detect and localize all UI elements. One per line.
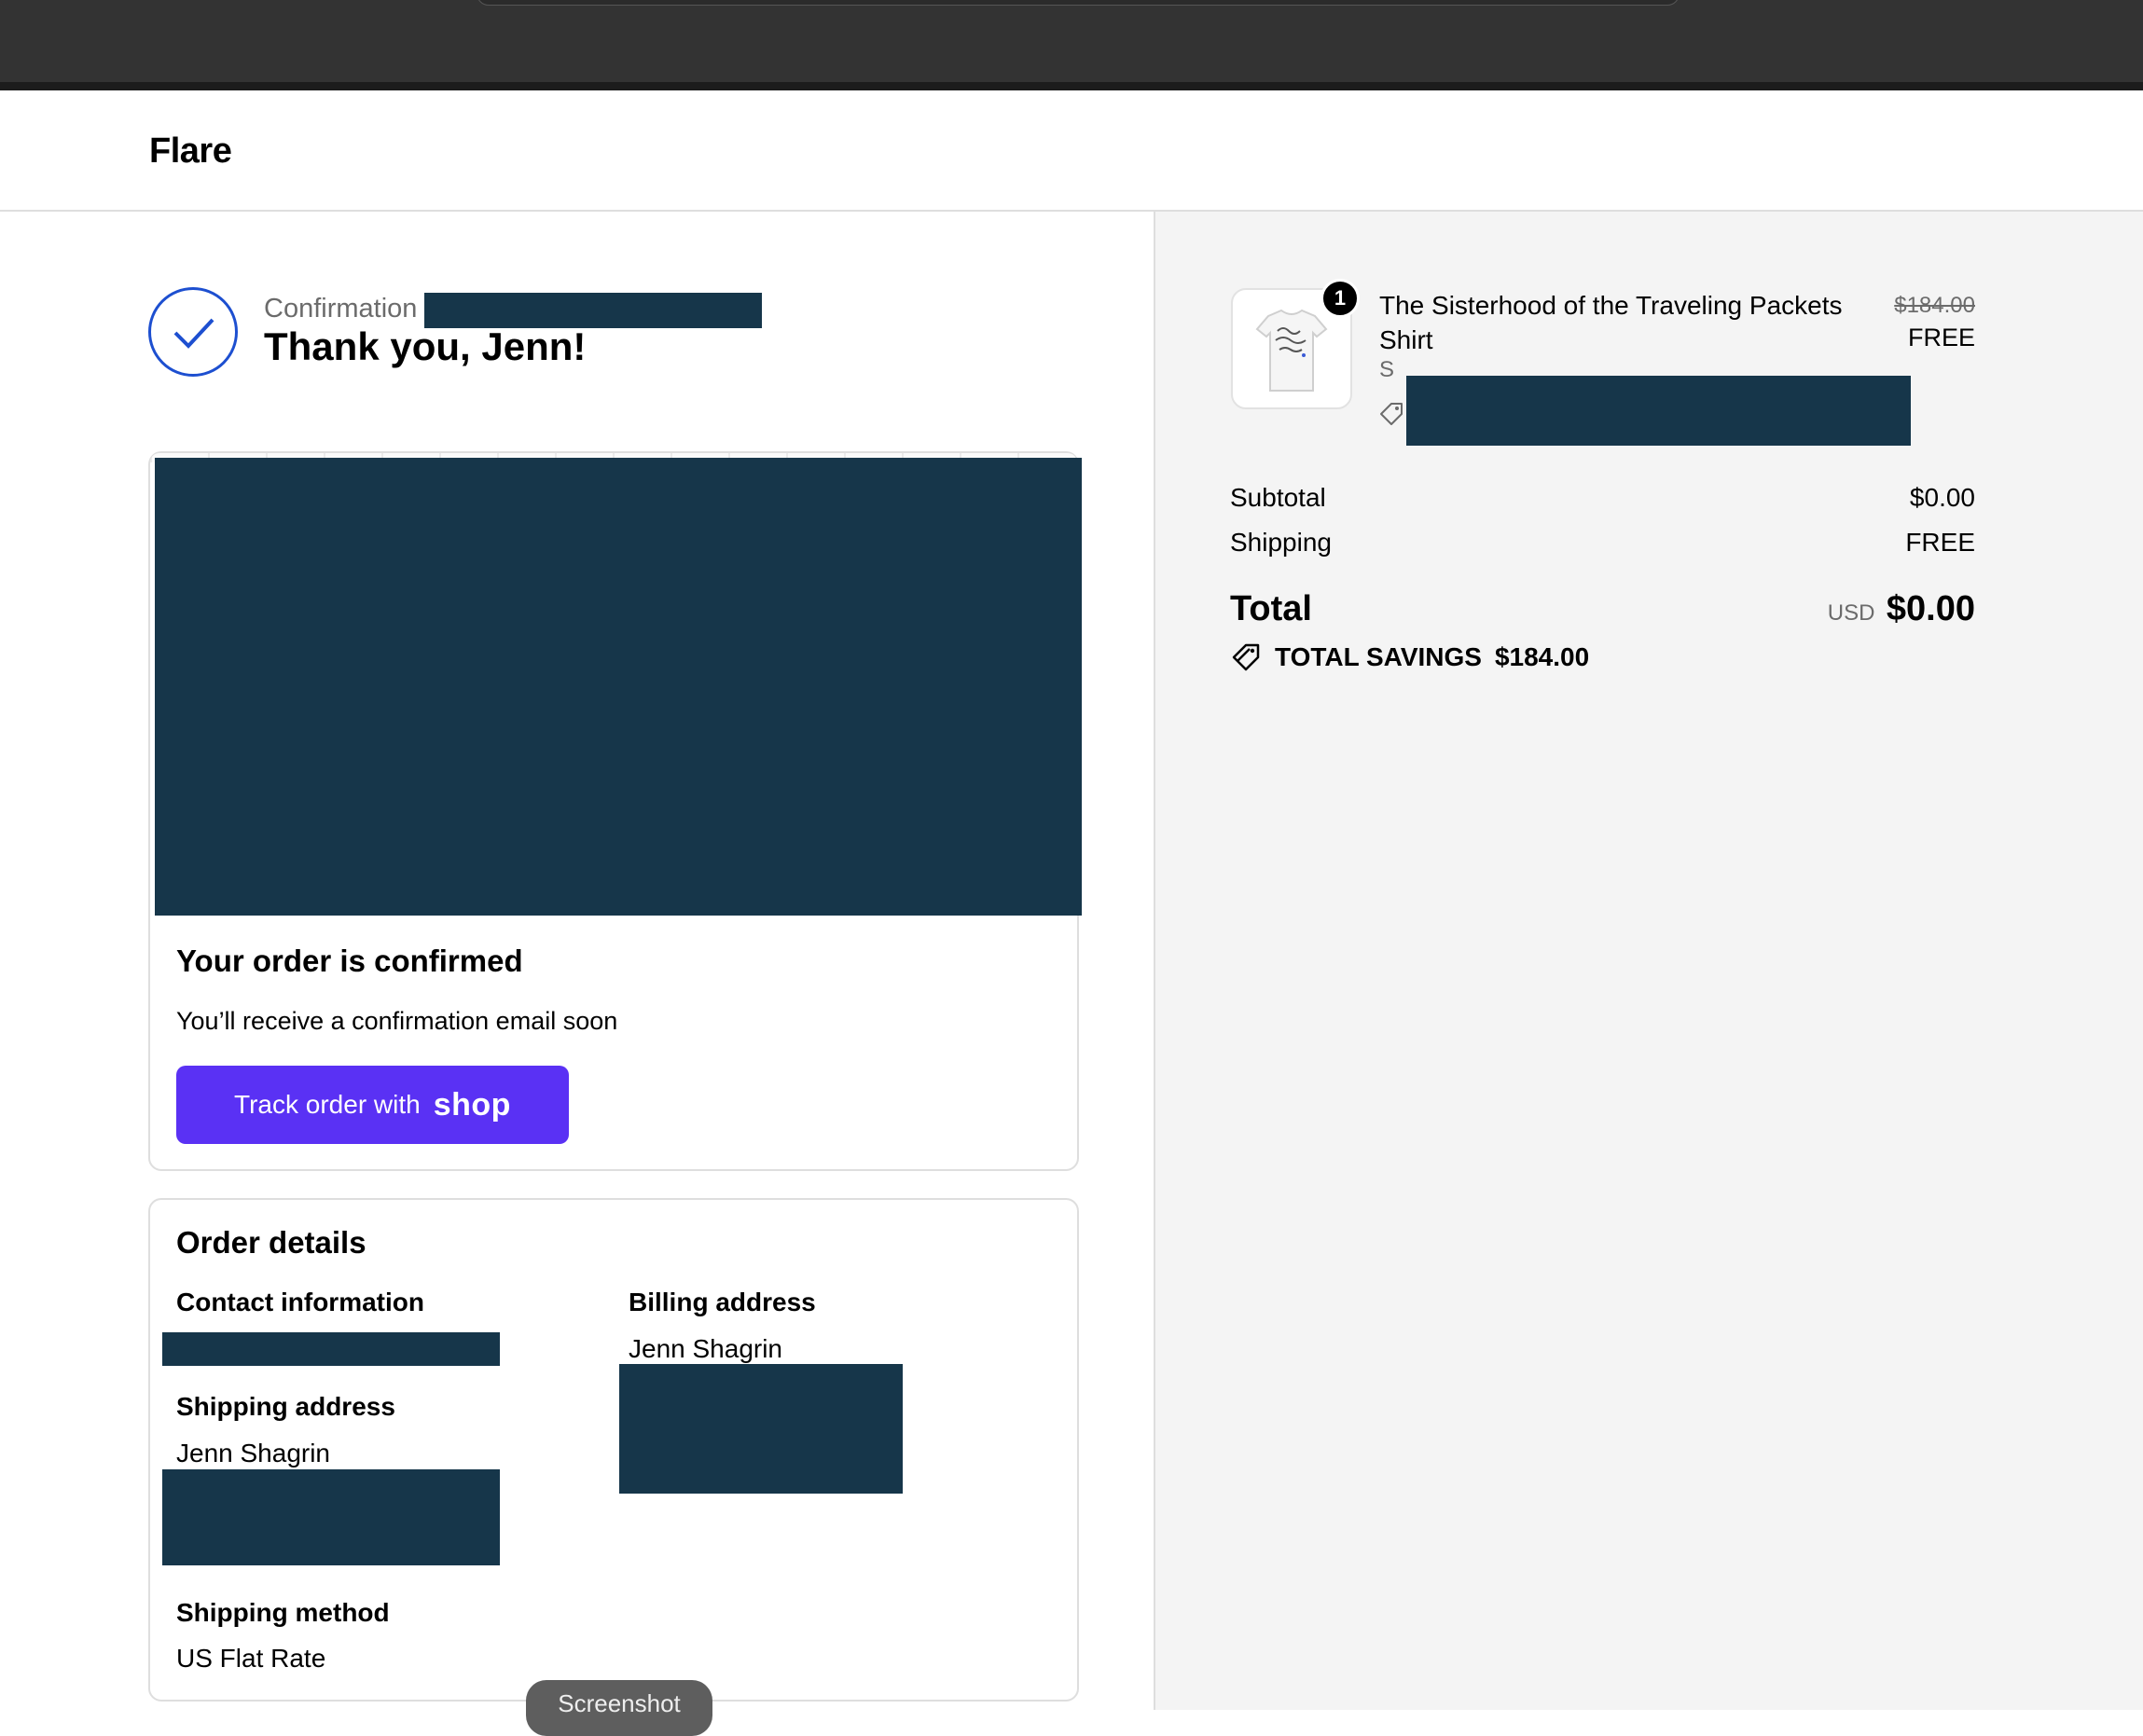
redacted-billing-address bbox=[619, 1364, 903, 1494]
confirmation-email-message: You’ll receive a confirmation email soon bbox=[176, 1007, 618, 1035]
order-confirmed-heading: Your order is confirmed bbox=[176, 944, 523, 978]
subtotal-label: Subtotal bbox=[1230, 483, 1326, 512]
shipping-address-name: Jenn Shagrin bbox=[176, 1439, 331, 1467]
store-header: Flare bbox=[0, 90, 2143, 212]
subtotal-value: $0.00 bbox=[1909, 483, 1975, 512]
billing-address-label: Billing address bbox=[629, 1288, 816, 1316]
shipping-value: FREE bbox=[1905, 528, 1975, 557]
discount-tag-icon bbox=[1378, 401, 1404, 432]
address-bar[interactable] bbox=[477, 0, 1680, 6]
browser-toolbar bbox=[0, 0, 2143, 90]
order-details-heading: Order details bbox=[176, 1225, 366, 1260]
quantity-badge: 1 bbox=[1320, 279, 1360, 318]
confirmation-label: Confirmation bbox=[264, 294, 418, 324]
contact-information-label: Contact information bbox=[176, 1288, 424, 1316]
shipping-address-label: Shipping address bbox=[176, 1392, 395, 1421]
redacted-confirmation-number bbox=[424, 293, 762, 328]
redacted-map bbox=[155, 458, 1082, 916]
product-name: The Sisterhood of the Traveling Packets … bbox=[1379, 291, 1843, 354]
shop-logo: shop bbox=[433, 1086, 511, 1123]
total-value: $0.00 bbox=[1886, 589, 1975, 628]
total-savings: TOTAL SAVINGS $184.00 bbox=[1230, 641, 1589, 673]
savings-value: $184.00 bbox=[1494, 642, 1590, 671]
currency-code: USD bbox=[1827, 600, 1875, 626]
track-order-button[interactable]: Track order with shop bbox=[176, 1066, 569, 1144]
shipping-method-value: US Flat Rate bbox=[176, 1644, 326, 1673]
savings-tag-icon bbox=[1232, 643, 1260, 671]
billing-address-name: Jenn Shagrin bbox=[629, 1334, 783, 1363]
savings-label: TOTAL SAVINGS bbox=[1275, 642, 1482, 671]
total-label: Total bbox=[1230, 589, 1312, 628]
checkmark-icon bbox=[148, 287, 238, 377]
redacted-shipping-address bbox=[162, 1469, 500, 1565]
shipping-method-label: Shipping method bbox=[176, 1598, 390, 1627]
page-title: Thank you, Jenn! bbox=[264, 324, 587, 368]
redacted-discount-code bbox=[1406, 376, 1911, 446]
original-price: $184.00 bbox=[1894, 293, 1975, 318]
item-price: FREE bbox=[1907, 324, 1975, 351]
track-order-label: Track order with bbox=[234, 1090, 421, 1119]
total-amount: USD $0.00 bbox=[1828, 589, 1975, 629]
screenshot-toast: Screenshot bbox=[526, 1680, 712, 1736]
store-logo[interactable]: Flare bbox=[149, 131, 232, 172]
redacted-contact-information bbox=[162, 1332, 500, 1366]
product-variant: S bbox=[1379, 357, 1395, 382]
shipping-label: Shipping bbox=[1230, 528, 1332, 557]
